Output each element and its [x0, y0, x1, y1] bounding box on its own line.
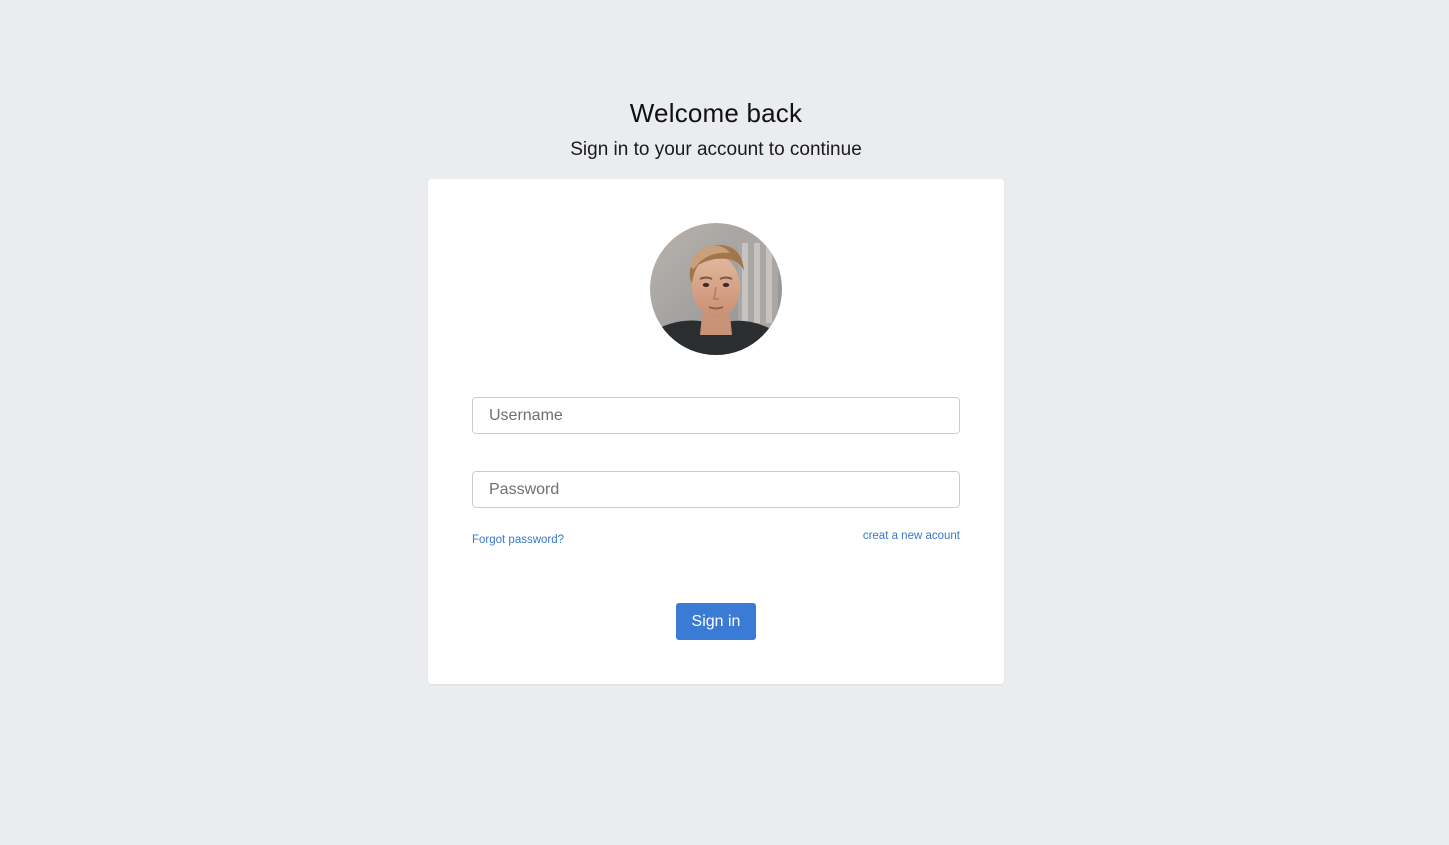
page-title: Welcome back: [629, 98, 803, 128]
sign-in-button[interactable]: Sign in: [676, 603, 756, 640]
username-input[interactable]: [472, 397, 960, 434]
create-account-link[interactable]: creat a new acount: [863, 530, 960, 542]
forgot-password-link[interactable]: Forgot password?: [472, 534, 564, 546]
user-avatar: [650, 223, 782, 355]
page-subtitle: Sign in to your account to continue: [570, 139, 862, 160]
login-card: Forgot password? creat a new acount Sign…: [428, 179, 1004, 684]
login-page: Welcome back Sign in to your account to …: [0, 0, 1449, 845]
password-input[interactable]: [472, 471, 960, 508]
avatar-photo-icon: [650, 223, 782, 355]
